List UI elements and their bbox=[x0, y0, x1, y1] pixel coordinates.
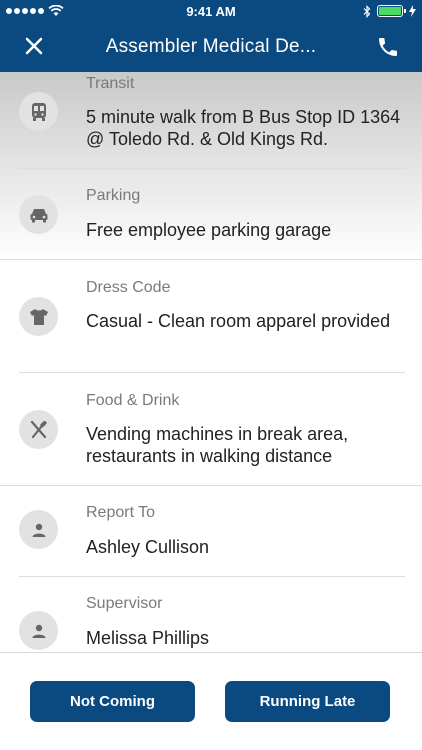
detail-food-drink: Food & Drink Vending machines in break a… bbox=[0, 373, 422, 485]
not-coming-button[interactable]: Not Coming bbox=[30, 681, 195, 722]
battery-icon bbox=[377, 5, 406, 17]
detail-report-to: Report To Ashley Cullison bbox=[0, 486, 422, 576]
detail-label: Report To bbox=[86, 504, 156, 521]
footer-action-bar: Not Coming Running Late bbox=[0, 652, 422, 750]
signal-area bbox=[6, 5, 64, 17]
page-title: Assembler Medical De... bbox=[105, 36, 317, 57]
person-icon bbox=[19, 510, 58, 549]
navigation-bar: Assembler Medical De... bbox=[0, 22, 422, 72]
person-icon bbox=[19, 611, 58, 650]
phone-icon[interactable] bbox=[376, 35, 400, 59]
close-icon[interactable] bbox=[24, 36, 44, 56]
detail-value: Vending machines in break area, restaura… bbox=[86, 424, 349, 466]
detail-label: Food & Drink bbox=[86, 392, 180, 409]
detail-value: Free employee parking garage bbox=[86, 220, 332, 240]
detail-dress-code: Dress Code Casual - Clean room apparel p… bbox=[0, 260, 422, 372]
detail-value: Ashley Cullison bbox=[86, 537, 210, 557]
status-bar: 9:41 AM bbox=[0, 0, 422, 22]
charging-bolt-icon bbox=[409, 5, 416, 17]
running-late-button[interactable]: Running Late bbox=[225, 681, 390, 722]
detail-value: Melissa Phillips bbox=[86, 628, 210, 648]
bluetooth-icon bbox=[363, 4, 371, 18]
shirt-icon bbox=[19, 297, 58, 336]
status-time: 9:41 AM bbox=[186, 3, 236, 19]
detail-value: 5 minute walk from B Bus Stop ID 1364 @ … bbox=[86, 107, 401, 149]
signal-strength-icon bbox=[6, 8, 44, 14]
detail-parking: Parking Free employee parking garage bbox=[0, 169, 422, 259]
fork-knife-icon bbox=[19, 410, 58, 449]
status-right bbox=[363, 4, 416, 18]
details-list: Transit 5 minute walk from B Bus Stop ID… bbox=[0, 72, 422, 652]
detail-value: Casual - Clean room apparel provided bbox=[86, 311, 391, 331]
detail-label: Transit bbox=[86, 75, 135, 92]
detail-label: Parking bbox=[86, 187, 141, 204]
detail-label: Supervisor bbox=[86, 595, 163, 612]
detail-supervisor: Supervisor Melissa Phillips bbox=[0, 577, 422, 652]
car-icon bbox=[19, 195, 58, 234]
bus-icon bbox=[19, 92, 58, 131]
detail-transit: Transit 5 minute walk from B Bus Stop ID… bbox=[0, 72, 422, 168]
detail-label: Dress Code bbox=[86, 279, 171, 296]
wifi-icon bbox=[48, 5, 64, 16]
